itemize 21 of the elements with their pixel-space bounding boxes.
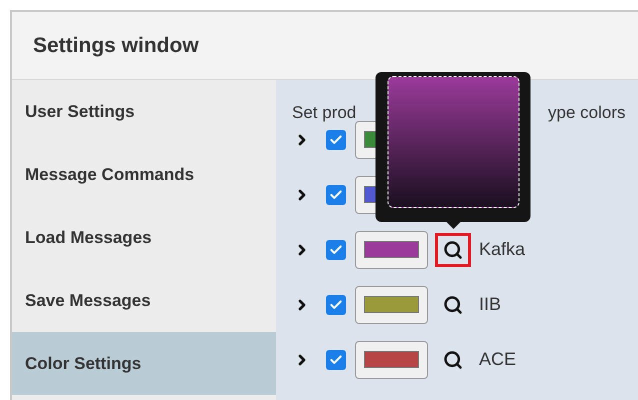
check-icon — [329, 352, 343, 366]
section-heading: Set prod — [292, 103, 356, 122]
checkbox[interactable] — [326, 294, 346, 314]
check-icon — [329, 242, 343, 256]
window-title: Settings window — [33, 32, 199, 59]
checkbox[interactable] — [326, 350, 346, 370]
section-heading: ype colors — [548, 103, 626, 122]
product-label: Kafka — [479, 238, 526, 261]
checkbox[interactable] — [326, 130, 346, 150]
color-picker-button[interactable] — [355, 340, 428, 378]
product-label: IIB — [479, 293, 502, 316]
checkbox[interactable] — [326, 184, 346, 204]
color-picker-button[interactable] — [355, 230, 428, 268]
check-icon — [329, 298, 343, 312]
check-icon — [329, 188, 343, 202]
check-icon — [329, 132, 343, 146]
color-picker-button[interactable] — [355, 286, 428, 324]
search-icon[interactable] — [435, 232, 471, 266]
product-label: ACE — [479, 348, 516, 371]
sidebar-item[interactable]: Color Settings — [12, 332, 276, 395]
checkbox[interactable] — [326, 240, 346, 260]
